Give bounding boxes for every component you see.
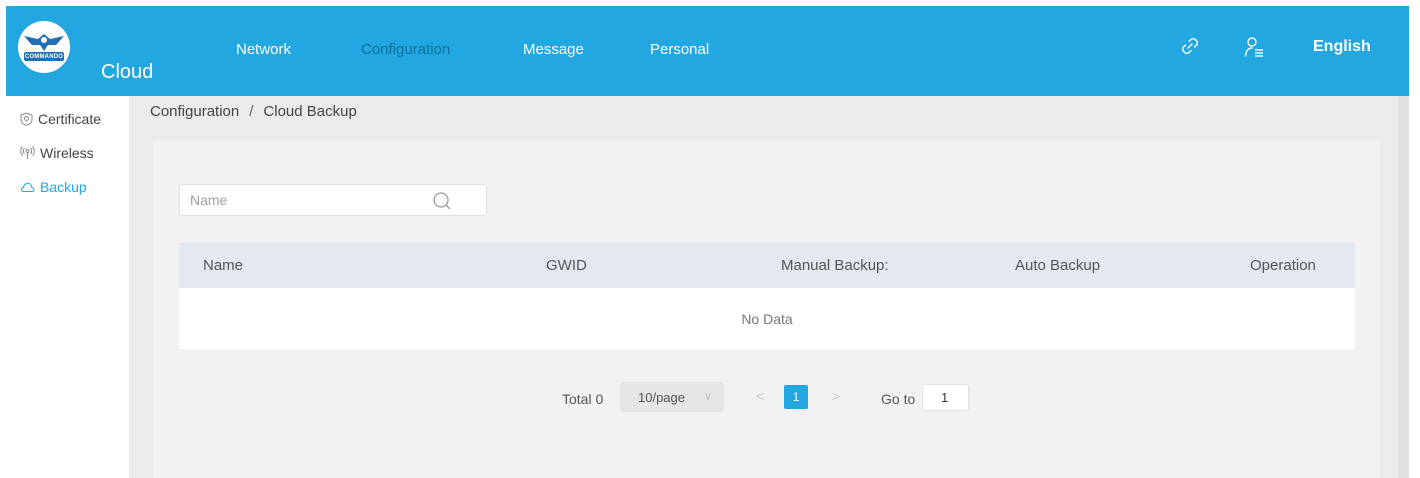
sidebar-item-label: Certificate (38, 111, 102, 127)
sidebar-item-label: Wireless (40, 145, 94, 161)
pagination: Total 0 10/page ∨ < 1 > Go to (6, 382, 1409, 412)
eagle-emblem-icon (24, 34, 64, 61)
nav-personal[interactable]: Personal (650, 41, 709, 58)
table-header: Name GWID Manual Backup: Auto Backup Ope… (179, 243, 1355, 288)
search-icon[interactable] (432, 191, 452, 211)
backup-table: Name GWID Manual Backup: Auto Backup Ope… (179, 243, 1355, 349)
empty-state-text: No Data (741, 311, 793, 327)
brand-title: Cloud (101, 61, 154, 83)
cloud-icon (20, 182, 35, 192)
search-input[interactable] (190, 191, 430, 209)
breadcrumb-current: Cloud Backup (263, 103, 357, 120)
search-box (179, 184, 487, 216)
nav-configuration[interactable]: Configuration (361, 41, 450, 58)
column-header-operation: Operation (1250, 257, 1316, 274)
page-number-button[interactable]: 1 (784, 385, 808, 409)
logo-wordmark: COMMANDO (24, 54, 64, 60)
top-header: COMMANDO Cloud Network Configuration Mes… (6, 6, 1409, 96)
chevron-down-icon: ∨ (704, 391, 713, 403)
nav-network[interactable]: Network (236, 41, 291, 58)
pagination-total: Total 0 (562, 391, 604, 407)
next-page-button[interactable]: > (832, 388, 840, 404)
breadcrumb-separator: / (249, 103, 254, 120)
page-size-select[interactable]: 10/page ∨ (620, 382, 724, 412)
column-header-gwid: GWID (546, 257, 587, 274)
sidebar-item-wireless[interactable]: Wireless (20, 145, 94, 161)
app-window: COMMANDO Cloud Network Configuration Mes… (6, 6, 1409, 478)
goto-page-input[interactable] (922, 384, 969, 411)
link-icon[interactable] (1180, 36, 1200, 61)
page-size-value: 10/page (638, 390, 685, 405)
column-header-auto-backup: Auto Backup (1015, 257, 1101, 274)
wireless-icon (20, 146, 35, 159)
column-header-manual-backup: Manual Backup: (781, 257, 889, 274)
commando-logo[interactable]: COMMANDO (18, 21, 70, 73)
breadcrumb-section[interactable]: Configuration (150, 103, 239, 120)
vertical-scrollbar[interactable] (1398, 96, 1409, 478)
nav-message[interactable]: Message (523, 41, 584, 58)
goto-label: Go to (881, 391, 916, 407)
shield-icon (20, 112, 33, 126)
prev-page-button[interactable]: < (756, 388, 764, 404)
breadcrumb: Configuration / Cloud Backup (150, 103, 357, 120)
sidebar-item-label: Backup (40, 179, 87, 195)
sidebar: Certificate Wireless Backup (6, 96, 129, 478)
column-header-name: Name (203, 257, 244, 274)
sidebar-item-certificate[interactable]: Certificate (20, 111, 101, 127)
language-selector[interactable]: English (1313, 38, 1371, 56)
user-list-icon[interactable] (1244, 36, 1266, 63)
sidebar-item-backup[interactable]: Backup (20, 179, 87, 195)
